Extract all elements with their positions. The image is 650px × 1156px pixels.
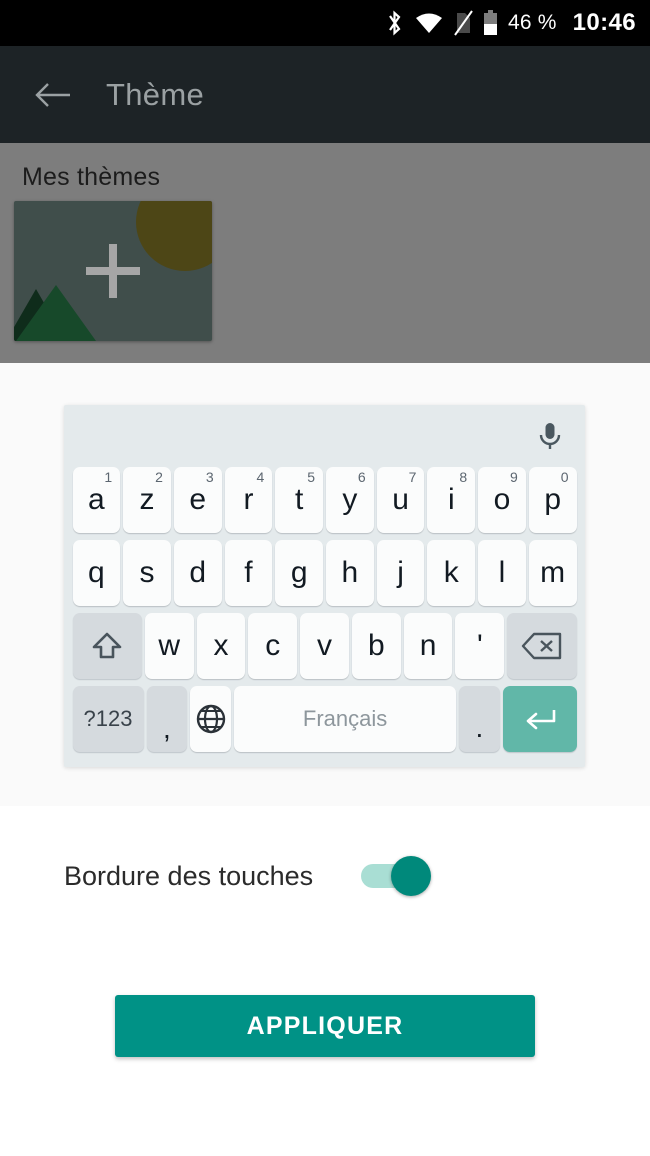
key-u[interactable]: 7 u [376,467,425,533]
key-t[interactable]: 5 t [275,467,324,533]
key-r[interactable]: 4 r [224,467,273,533]
key-label: i [447,483,455,516]
battery-percentage: 46 % [507,11,557,34]
key-h[interactable]: h [326,540,374,606]
status-bar-clock: 10:46 [572,9,636,36]
key-label: e [189,483,207,516]
back-arrow-icon [35,82,70,107]
phone-screen: 46 % 10:46 Thème Mes thèmes 1 a 2 z 3 e … [0,0,650,1156]
key-label: z [139,483,155,516]
key-label: u [392,483,409,516]
key-e[interactable]: 3 e [173,467,222,533]
key-label: y [342,483,358,516]
key-j[interactable]: j [376,540,425,606]
theme-thumbnail-mountain-front-shape [16,285,96,341]
key-superscript: 3 [205,469,214,485]
keyboard-preview-zone: 1 a 2 z 3 e 4 r 5 t 6 y 7 u 8 i 9 o 0 p … [0,363,650,806]
key-g[interactable]: g [275,540,324,606]
key-q[interactable]: q [72,540,121,606]
key-o[interactable]: 9 o [478,467,526,533]
keyboard-row-1: 1 a 2 z 3 e 4 r 5 t 6 y 7 u 8 i 9 o 0 p [71,467,578,533]
backspace-key[interactable] [507,613,577,679]
key-superscript: 5 [307,469,316,485]
enter-icon [526,710,555,730]
keyboard-row-2: q s d f g h j k l m [71,540,578,606]
comma-key[interactable]: , [146,686,188,752]
key-a[interactable]: 1 a [72,467,121,533]
key-label: a [88,483,105,516]
my-themes-heading: Mes thèmes [22,163,161,191]
keyboard-row-4: ?123 , Français . [71,686,578,752]
key-label: t [294,483,304,516]
toggle-thumb [391,856,432,896]
key-k[interactable]: k [427,540,476,606]
key-border-label: Bordure des touches [64,860,314,891]
keyboard-rows: 1 a 2 z 3 e 4 r 5 t 6 y 7 u 8 i 9 o 0 p … [71,467,578,752]
space-key[interactable]: Français [234,686,457,752]
battery-icon [483,10,498,36]
plus-icon [86,244,140,298]
key-i[interactable]: 8 i [427,467,476,533]
key-d[interactable]: d [173,540,222,606]
key-superscript: 6 [357,469,366,485]
key-z[interactable]: 2 z [123,467,171,533]
sim-off-icon [453,10,473,36]
key-superscript: 0 [560,469,569,485]
period-key-label: . [475,712,484,743]
key-c[interactable]: c [248,613,298,679]
keyboard-preview: 1 a 2 z 3 e 4 r 5 t 6 y 7 u 8 i 9 o 0 p … [64,405,585,767]
keyboard-row-3: w x c v b n ' [71,613,578,679]
key-x[interactable]: x [196,613,246,679]
key-l[interactable]: l [478,540,526,606]
backspace-icon [521,632,562,660]
key-label: r [243,483,254,516]
shift-key[interactable] [72,613,142,679]
key-border-setting-row[interactable]: Bordure des touches [0,806,650,946]
key-w[interactable]: w [144,613,194,679]
key-m[interactable]: m [528,540,577,606]
key-b[interactable]: b [351,613,401,679]
voice-input-button[interactable] [531,417,569,455]
back-button[interactable] [22,64,84,126]
shift-icon [92,632,122,659]
key-s[interactable]: s [123,540,171,606]
key-superscript: 1 [104,469,113,485]
my-themes-section: Mes thèmes [0,143,650,363]
comma-key-label: , [163,713,171,744]
microphone-icon [539,423,561,449]
status-bar: 46 % 10:46 [0,0,650,46]
symbols-key[interactable]: ?123 [72,686,144,752]
page-title: Thème [106,76,204,112]
key-apostrophe[interactable]: ' [455,613,505,679]
apply-button[interactable]: APPLIQUER [115,995,535,1057]
key-label: p [544,483,562,516]
key-superscript: 2 [155,469,163,485]
add-theme-card[interactable] [14,201,212,341]
enter-key[interactable] [502,686,577,752]
key-n[interactable]: n [403,613,453,679]
key-v[interactable]: v [300,613,349,679]
period-key[interactable]: . [459,686,500,752]
key-superscript: 8 [459,469,468,485]
key-superscript: 4 [256,469,265,485]
globe-icon [196,704,225,734]
language-switch-key[interactable] [190,686,232,752]
key-f[interactable]: f [224,540,273,606]
bluetooth-icon [385,10,405,36]
app-bar: Thème [0,46,650,143]
key-label: o [493,483,511,516]
key-superscript: 9 [510,469,518,485]
key-superscript: 7 [408,469,417,485]
theme-thumbnail-sun-shape [136,201,212,271]
key-p[interactable]: 0 p [528,467,577,533]
key-y[interactable]: 6 y [326,467,374,533]
wifi-icon [415,12,443,34]
key-border-toggle[interactable] [361,856,433,896]
